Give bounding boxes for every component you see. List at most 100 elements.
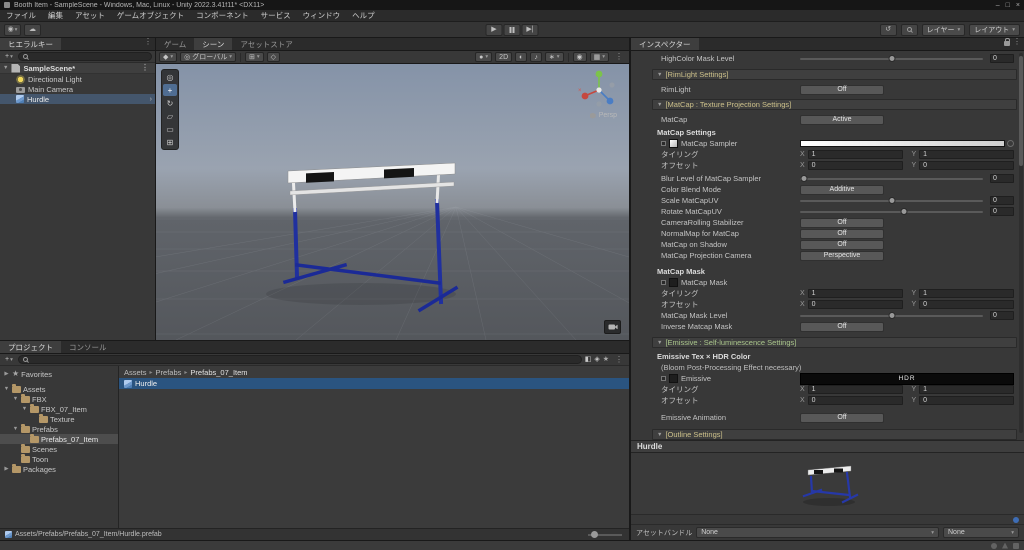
- inspector-scrollbar[interactable]: [1019, 53, 1023, 433]
- pause-button[interactable]: [503, 23, 521, 36]
- menu-item[interactable]: アセット: [69, 10, 111, 22]
- y-value-field[interactable]: 1: [919, 385, 1014, 394]
- x-value-field[interactable]: 1: [807, 385, 903, 394]
- menu-item[interactable]: ウィンドウ: [297, 10, 347, 22]
- scene-options-kebab-icon[interactable]: ⋮: [138, 64, 152, 72]
- transform-tool-button[interactable]: ⊞: [163, 136, 177, 148]
- x-value-field[interactable]: 1: [807, 150, 903, 159]
- add-object-button[interactable]: + ▾: [3, 52, 15, 61]
- thumbnail-size-slider[interactable]: [588, 531, 622, 538]
- hdr-color-field[interactable]: HDR: [800, 372, 1014, 385]
- toggle-button[interactable]: Off: [800, 228, 884, 239]
- lighting-toggle-button[interactable]: ◐: [515, 52, 528, 62]
- project-tree-item[interactable]: Prefabs_07_Item: [0, 434, 118, 444]
- project-tree-item[interactable]: Scenes: [0, 444, 118, 454]
- texture-thumbnail-icon[interactable]: [669, 278, 678, 287]
- snap-toggle-button[interactable]: ◇: [266, 52, 280, 62]
- step-button[interactable]: ▶|: [521, 23, 539, 36]
- toggle-button[interactable]: Off: [800, 84, 884, 95]
- object-picker-icon[interactable]: [1007, 140, 1014, 147]
- prefab-chevron-icon[interactable]: ›: [150, 96, 152, 103]
- project-menu-kebab-icon[interactable]: ⋮: [612, 355, 626, 364]
- filter-by-type-icon[interactable]: ◧: [585, 356, 592, 363]
- y-value-field[interactable]: 0: [919, 161, 1014, 170]
- slider-knob[interactable]: [888, 196, 895, 204]
- texture-toggle-checkbox[interactable]: [661, 376, 666, 381]
- project-tree-item[interactable]: Texture: [0, 414, 118, 424]
- activity-icon[interactable]: [991, 542, 997, 549]
- slider-knob[interactable]: [591, 531, 598, 538]
- add-asset-button[interactable]: + ▾: [3, 355, 15, 364]
- value-field[interactable]: 0: [990, 196, 1014, 205]
- foldout-icon[interactable]: ▼: [12, 396, 19, 402]
- hierarchy-item[interactable]: Directional Light: [0, 74, 155, 84]
- breadcrumb-item[interactable]: Assets: [124, 368, 147, 377]
- value-field[interactable]: 0: [990, 54, 1014, 63]
- filter-by-label-icon[interactable]: ◈: [594, 356, 599, 363]
- asset-list-empty-space[interactable]: [119, 389, 629, 528]
- audio-toggle-button[interactable]: ♪: [530, 52, 542, 62]
- menu-item[interactable]: コンポーネント: [190, 10, 255, 22]
- foldout-icon[interactable]: ▼: [3, 386, 10, 392]
- layout-dropdown[interactable]: レイアウト ▾: [969, 23, 1020, 36]
- console-status-icon[interactable]: [1002, 542, 1008, 549]
- toggle-button[interactable]: Off: [800, 321, 884, 332]
- foldout-icon[interactable]: ▼: [21, 406, 28, 412]
- menu-item[interactable]: 編集: [42, 10, 69, 22]
- effects-dropdown-button[interactable]: ∗ ▾: [544, 52, 564, 62]
- inspector-section-header[interactable]: ▼ [Outline Settings]: [652, 429, 1017, 440]
- scrollbar-thumb[interactable]: [1019, 56, 1023, 166]
- hierarchy-search-input[interactable]: [17, 52, 152, 61]
- project-tree-item[interactable]: ▶ Packages: [0, 464, 118, 474]
- project-tree-item[interactable]: ▼ FBX_07_Item: [0, 404, 118, 414]
- foldout-icon[interactable]: ▼: [3, 65, 8, 71]
- scene-menu-kebab-icon[interactable]: ⋮: [612, 53, 626, 61]
- asset-preview[interactable]: [631, 453, 1024, 515]
- toggle-button[interactable]: Active: [800, 114, 884, 125]
- value-field[interactable]: 0: [990, 207, 1014, 216]
- x-value-field[interactable]: 1: [807, 289, 903, 298]
- inspector-section-header[interactable]: ▼ [Emissive : Self-luminescence Settings]: [652, 337, 1017, 348]
- move-tool-button[interactable]: +: [163, 84, 177, 96]
- project-tab[interactable]: プロジェクト: [0, 341, 61, 353]
- preview-header[interactable]: Hurdle: [631, 440, 1024, 453]
- slider-track[interactable]: [800, 207, 983, 215]
- scene-header-row[interactable]: ▼ SampleScene* ⋮: [0, 63, 155, 74]
- grid-visibility-button[interactable]: ⊞ ▾: [244, 52, 264, 62]
- value-field[interactable]: 0: [990, 311, 1014, 320]
- texture-thumbnail-icon[interactable]: [669, 139, 678, 148]
- project-tree-item[interactable]: ▼ Prefabs: [0, 424, 118, 434]
- x-value-field[interactable]: 0: [807, 300, 903, 309]
- project-asset-item[interactable]: Hurdle: [119, 378, 629, 389]
- hierarchy-item[interactable]: Hurdle ›: [0, 94, 155, 104]
- menu-item[interactable]: ゲームオブジェクト: [111, 10, 190, 22]
- tool-handle-position-button[interactable]: ◆ ▾: [159, 52, 178, 62]
- y-value-field[interactable]: 0: [919, 396, 1014, 405]
- slider-knob[interactable]: [888, 311, 895, 319]
- tab-hierarchy[interactable]: ヒエラルキー: [0, 38, 61, 50]
- inspector-section-header[interactable]: ▼ [RimLight Settings]: [652, 69, 1017, 80]
- scale-tool-button[interactable]: ▱: [163, 110, 177, 122]
- texture-toggle-checkbox[interactable]: [661, 280, 666, 285]
- menu-item[interactable]: ファイル: [0, 10, 42, 22]
- foldout-icon[interactable]: ▼: [12, 426, 19, 432]
- slider-track[interactable]: [800, 196, 983, 204]
- project-tree-item[interactable]: Toon: [0, 454, 118, 464]
- favorites-filter-icon[interactable]: ★: [603, 356, 609, 363]
- foldout-icon[interactable]: ▶: [3, 371, 10, 377]
- tab-inspector[interactable]: インスペクター: [631, 38, 699, 50]
- scene-view-tab[interactable]: ゲーム: [156, 38, 195, 50]
- 2d-toggle-button[interactable]: 2D: [495, 52, 513, 62]
- project-tree-item[interactable]: ▶ ★ Favorites: [0, 369, 118, 379]
- play-button[interactable]: ▶: [485, 23, 503, 36]
- y-value-field[interactable]: 0: [919, 300, 1014, 309]
- maximize-button[interactable]: □: [1006, 2, 1010, 9]
- breadcrumb-item[interactable]: Prefabs: [156, 368, 182, 377]
- layers-dropdown[interactable]: レイヤー ▾: [921, 23, 966, 36]
- breadcrumb-item[interactable]: Prefabs_07_Item: [190, 368, 247, 377]
- scene-viewport[interactable]: ◎ + ↻ ▱ ▭ ⊞ × Persp: [156, 64, 629, 340]
- view-tool-button[interactable]: ◎: [163, 71, 177, 83]
- lock-icon[interactable]: [1004, 38, 1010, 46]
- slider-knob[interactable]: [800, 174, 808, 182]
- project-search-input[interactable]: [17, 355, 582, 364]
